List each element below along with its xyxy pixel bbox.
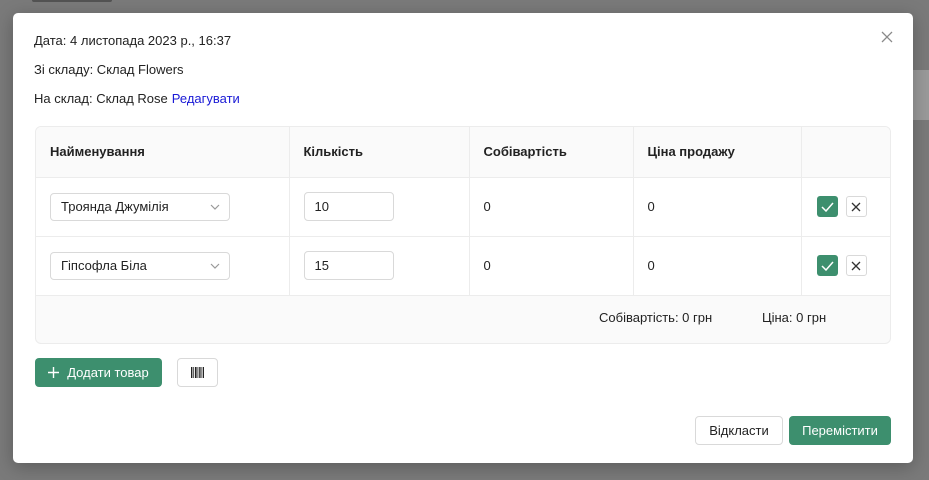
add-item-label: Додати товар <box>67 365 149 380</box>
cell-price: 0 <box>633 177 802 237</box>
transfer-date: Дата: 4 листопада 2023 р., 16:37 <box>34 33 232 48</box>
plus-icon <box>48 367 60 378</box>
product-select-value: Гіпсофла Біла <box>61 258 147 273</box>
row-actions <box>816 196 891 217</box>
close-icon <box>881 31 893 43</box>
chevron-down-icon <box>210 263 220 269</box>
edit-target-link[interactable]: Редагувати <box>172 91 240 106</box>
add-item-button[interactable]: Додати товар <box>35 358 162 387</box>
table-header-row: Найменування Кількість Собівартість Ціна… <box>36 127 890 178</box>
target-warehouse: На склад: Склад Rose <box>34 91 168 106</box>
total-cost: Собівартість: 0 грн <box>599 310 713 325</box>
transfer-modal: Дата: 4 листопада 2023 р., 16:37 Зі скла… <box>13 13 913 463</box>
close-button[interactable] <box>879 29 895 45</box>
cell-quantity <box>289 177 470 237</box>
defer-button[interactable]: Відкласти <box>695 416 783 445</box>
x-icon <box>851 261 861 270</box>
move-button[interactable]: Перемістити <box>789 416 891 445</box>
column-header-price: Ціна продажу <box>633 127 802 178</box>
remove-row-button[interactable] <box>845 255 867 276</box>
cell-actions <box>801 236 891 296</box>
cell-price: 0 <box>633 236 802 296</box>
x-icon <box>851 202 861 211</box>
product-select-value: Троянда Джумілія <box>61 199 169 214</box>
table-row: Гіпсофла Біла 0 0 <box>36 236 891 296</box>
remove-row-button[interactable] <box>845 196 867 217</box>
background-panel <box>911 70 929 120</box>
target-warehouse-line: На склад: Склад Rose Редагувати <box>34 91 240 106</box>
barcode-icon <box>191 367 204 378</box>
column-header-quantity: Кількість <box>289 127 470 178</box>
column-header-cost: Собівартість <box>469 127 634 178</box>
items-table: Найменування Кількість Собівартість Ціна… <box>35 126 891 344</box>
background-page-title <box>32 0 112 2</box>
confirm-row-button[interactable] <box>816 196 838 217</box>
total-price: Ціна: 0 грн <box>762 310 827 325</box>
table-row: Троянда Джумілія 0 0 <box>36 177 891 237</box>
cell-cost: 0 <box>469 236 634 296</box>
check-icon <box>820 202 834 212</box>
quantity-input[interactable] <box>303 192 394 221</box>
product-select[interactable]: Гіпсофла Біла <box>50 251 230 280</box>
totals-row: Собівартість: 0 грн Ціна: 0 грн <box>36 293 890 343</box>
product-select[interactable]: Троянда Джумілія <box>50 192 230 221</box>
cell-cost: 0 <box>469 177 634 237</box>
chevron-down-icon <box>210 204 220 210</box>
column-header-actions <box>801 127 890 178</box>
quantity-input[interactable] <box>303 251 394 280</box>
confirm-row-button[interactable] <box>816 255 838 276</box>
cell-name: Гіпсофла Біла <box>36 236 290 296</box>
cell-name: Троянда Джумілія <box>36 177 290 237</box>
cell-actions <box>801 177 891 237</box>
check-icon <box>820 261 834 271</box>
column-header-name: Найменування <box>36 127 290 178</box>
barcode-scan-button[interactable] <box>177 358 218 387</box>
row-actions <box>816 255 891 276</box>
cell-quantity <box>289 236 470 296</box>
source-warehouse: Зі складу: Склад Flowers <box>34 62 184 77</box>
